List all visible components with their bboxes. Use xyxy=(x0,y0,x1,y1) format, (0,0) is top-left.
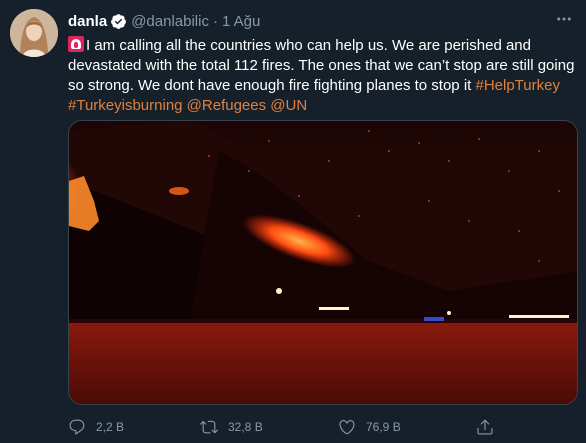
author-name[interactable]: danla xyxy=(68,13,107,30)
like-button[interactable]: 76,9 B xyxy=(338,416,401,438)
verified-badge-icon xyxy=(110,13,127,30)
like-count: 76,9 B xyxy=(366,420,401,434)
tweet-text: I am calling all the countries who can h… xyxy=(68,36,578,116)
tweet-image[interactable] xyxy=(68,120,578,405)
share-icon xyxy=(477,419,493,435)
hashtag-link[interactable]: #Turkeyisburning xyxy=(68,97,183,114)
mention-link[interactable]: @UN xyxy=(270,97,307,114)
hashtag-link[interactable]: #HelpTurkey xyxy=(475,77,559,94)
separator-dot: · xyxy=(212,12,218,30)
share-button[interactable] xyxy=(476,416,504,438)
tweet-header: danla @danlabilic · 1 Ağu xyxy=(68,11,260,31)
tweet[interactable]: danla @danlabilic · 1 Ağu I am calling a… xyxy=(0,0,586,443)
retweet-count: 32,8 B xyxy=(228,420,263,434)
author-handle[interactable]: @danlabilic xyxy=(131,13,209,30)
avatar[interactable] xyxy=(10,9,58,57)
retweet-button[interactable]: 32,8 B xyxy=(200,416,263,438)
mention-link[interactable]: @Refugees xyxy=(187,97,266,114)
reply-icon xyxy=(69,419,85,435)
tweet-actions: 2,2 B 32,8 B 76,9 B xyxy=(68,416,578,438)
reply-button[interactable]: 2,2 B xyxy=(68,416,124,438)
rotating-light-icon xyxy=(68,36,84,52)
heart-icon xyxy=(339,420,355,435)
tweet-date[interactable]: 1 Ağu xyxy=(222,13,260,30)
reply-count: 2,2 B xyxy=(96,420,125,434)
retweet-icon xyxy=(200,420,218,434)
more-options-icon[interactable] xyxy=(552,9,576,29)
